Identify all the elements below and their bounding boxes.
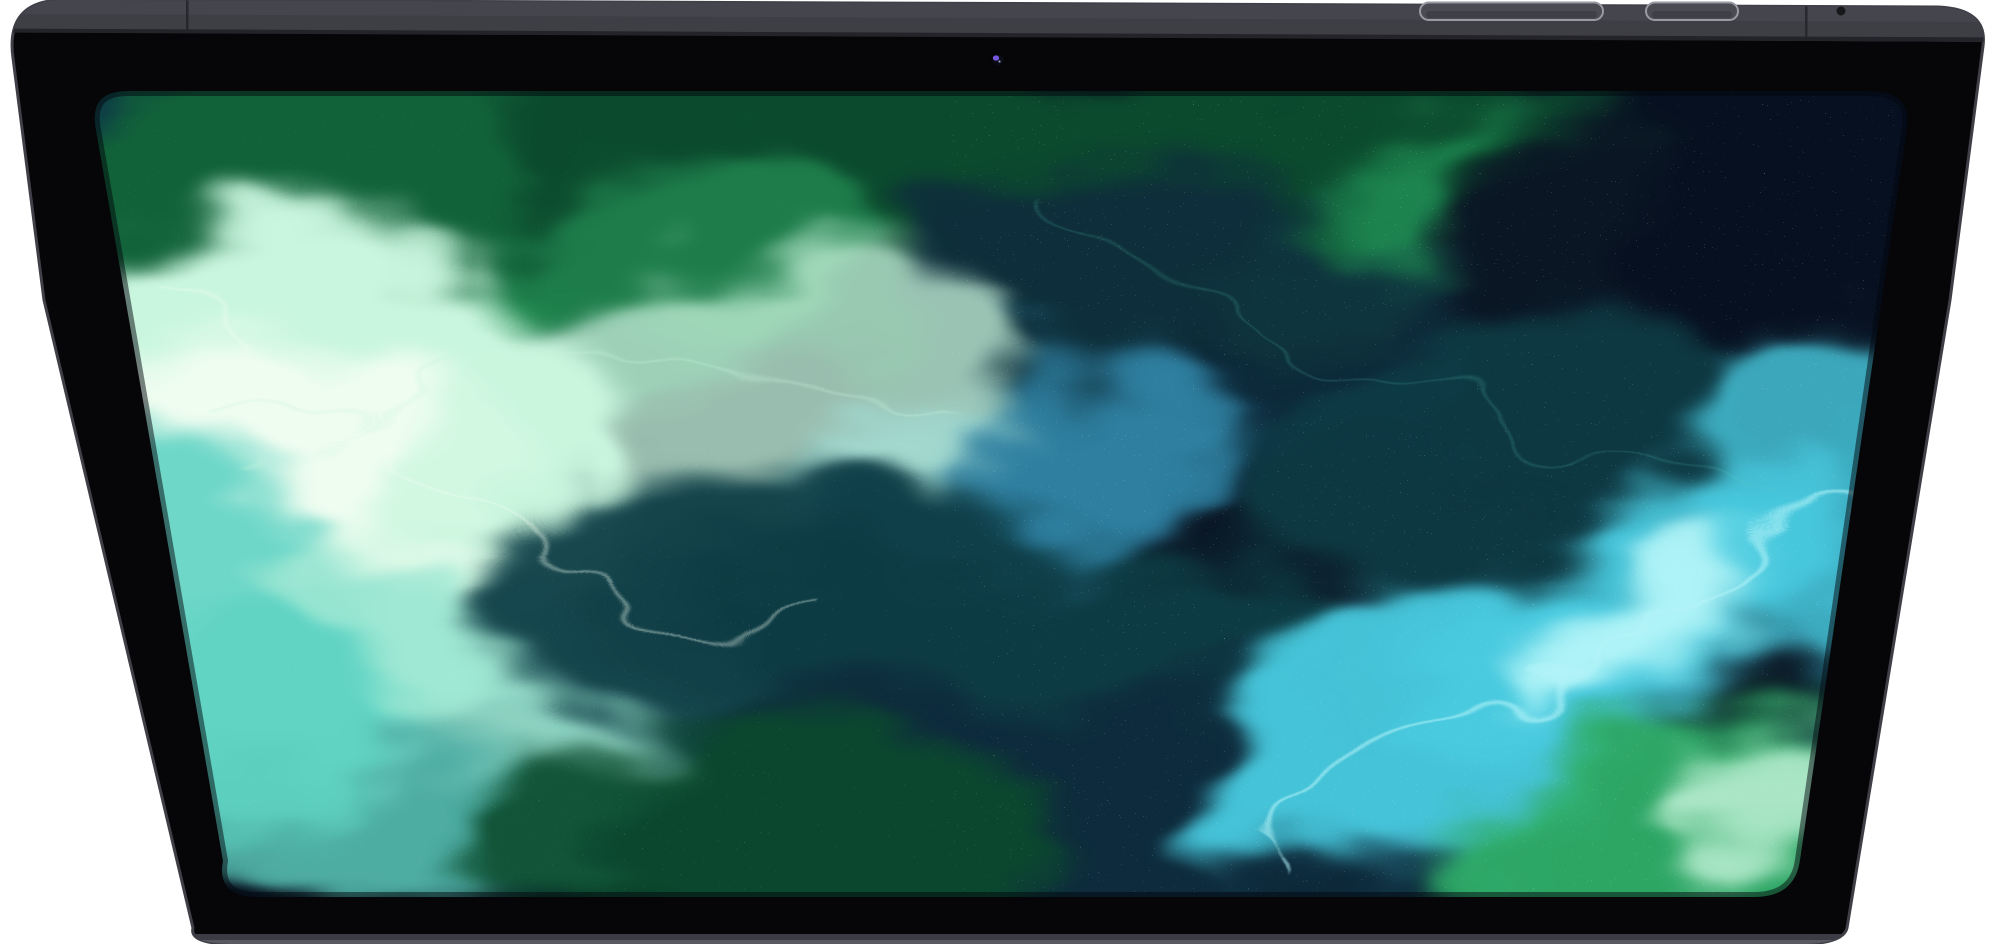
product-photo-tablet — [0, 0, 2000, 944]
tablet-illustration — [0, 0, 2000, 944]
sparkle-field-white — [90, 95, 590, 395]
screen-artwork — [0, 0, 2000, 944]
power-button-shadow — [1652, 11, 1732, 18]
volume-rocker-shadow — [1426, 11, 1597, 18]
sparkle-field-gold — [600, 450, 1700, 890]
antenna-seam-left — [186, 0, 189, 30]
camera-glint — [993, 55, 999, 60]
camera-spark — [998, 60, 1000, 62]
bottom-edge-highlight — [100, 940, 1900, 944]
front-camera — [989, 51, 1007, 69]
microphone-hole — [1837, 7, 1846, 16]
